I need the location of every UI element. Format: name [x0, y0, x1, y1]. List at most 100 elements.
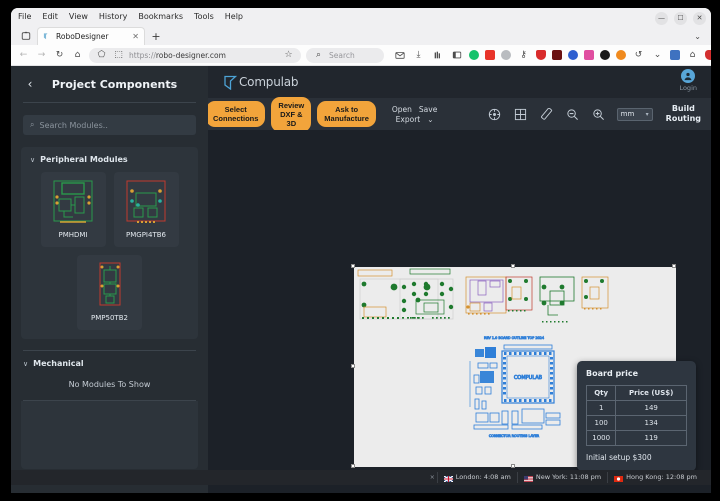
tab-strip: RoboDesigner ✕ + ⌄	[11, 25, 711, 45]
module-card-pmhdmi[interactable]: PMHDMI	[40, 172, 106, 247]
home-extension-icon[interactable]: ⌂	[686, 49, 699, 62]
build-routing-button[interactable]: Build Routing	[666, 104, 701, 124]
peripheral-modules-header[interactable]: ∨ Peripheral Modules	[28, 155, 191, 164]
shield-icon[interactable]: ⬠	[95, 49, 108, 62]
address-bar[interactable]: ⬠ ⬚ https://robo-designer.com ☆	[89, 47, 301, 63]
login-button[interactable]: Login	[679, 69, 697, 92]
reload-icon[interactable]: ↻	[53, 49, 66, 62]
close-button[interactable]: ✕	[693, 12, 706, 25]
new-tab-button[interactable]: +	[148, 27, 164, 45]
hk-flag-icon	[614, 475, 624, 482]
search-bar[interactable]: ⌕ Search	[306, 47, 384, 63]
file-menu-group: Open Save Export ⌄	[392, 105, 437, 124]
search-icon: ⌕	[30, 120, 35, 129]
menu-tools[interactable]: Tools	[194, 12, 214, 21]
mechanical-section: ∨ Mechanical No Modules To Show	[21, 359, 198, 389]
uk-flag-icon	[443, 474, 454, 483]
save-menu-item[interactable]: Save	[419, 105, 437, 114]
pocket-icon[interactable]	[393, 49, 406, 62]
dark-red-extension-icon[interactable]	[552, 50, 562, 60]
search-modules-input[interactable]: ⌕ Search Modules..	[23, 115, 196, 135]
design-canvas[interactable]: COMPULAB CONNECTOR ROUTING LAYER REV 1.0…	[208, 130, 711, 475]
cell-qty: 1000	[585, 430, 617, 446]
orange-extension-icon[interactable]	[616, 50, 626, 60]
ruler-icon[interactable]	[539, 107, 554, 122]
clock-london[interactable]: London: 4:08 am	[436, 472, 517, 483]
compulab-logo-icon	[224, 75, 238, 90]
review-dxf-3d-button[interactable]: Review DXF & 3D	[271, 96, 312, 132]
pcb-thumbnail-tall	[99, 262, 120, 306]
mechanical-header[interactable]: ∨ Mechanical	[21, 359, 198, 368]
cell-price: 149	[615, 400, 687, 416]
svg-text:REV 1.0 BOARD OUTLINE TOP: REV 1.0 BOARD OUTLINE TOP 2024	[484, 336, 544, 340]
zoom-out-icon[interactable]	[565, 107, 580, 122]
black-extension-icon[interactable]	[600, 50, 610, 60]
gray-extension-icon[interactable]	[501, 50, 511, 60]
firefox-view-icon[interactable]	[17, 27, 34, 44]
selection-handle[interactable]	[672, 264, 676, 268]
key-extension-icon[interactable]: ⚷	[517, 49, 530, 62]
back-icon[interactable]: ←	[17, 49, 30, 62]
module-card-pmp50tb2[interactable]: PMP50TB2	[77, 255, 142, 330]
target-icon[interactable]	[487, 107, 502, 122]
selection-handle[interactable]	[351, 264, 355, 268]
sidebar-divider	[23, 102, 196, 103]
grammar-extension-icon[interactable]	[469, 50, 479, 60]
ask-to-manufacture-button[interactable]: Ask to Manufacture	[317, 101, 376, 127]
downloads-icon[interactable]: ⤓	[412, 49, 425, 62]
project-components-sidebar: ‹ Project Components ⌕ Search Modules.. …	[11, 66, 208, 493]
list-all-tabs-icon[interactable]: ⌄	[694, 32, 701, 41]
heart-extension-icon[interactable]	[705, 50, 711, 60]
menu-bookmarks[interactable]: Bookmarks	[138, 12, 183, 21]
selection-handle[interactable]	[351, 364, 355, 368]
maximize-button[interactable]: ☐	[674, 12, 687, 25]
sidebar-icon[interactable]	[450, 49, 463, 62]
selection-handle[interactable]	[351, 464, 355, 468]
zoom-in-icon[interactable]	[591, 107, 606, 122]
browser-window: File Edit View History Bookmarks Tools H…	[11, 8, 711, 493]
export-menu-item[interactable]: Export	[396, 115, 421, 124]
menu-edit[interactable]: Edit	[42, 12, 58, 21]
shield-extension-icon[interactable]	[536, 50, 546, 60]
library-icon[interactable]	[431, 49, 444, 62]
forward-icon[interactable]: →	[35, 49, 48, 62]
bookmark-star-icon[interactable]: ☆	[282, 49, 295, 62]
menu-view[interactable]: View	[69, 12, 88, 21]
toolbar-action-buttons: Select Connections Review DXF & 3D Ask t…	[206, 96, 376, 132]
module-card-pmgpi4tb6[interactable]: PMGPI4TB6	[113, 172, 179, 247]
minimize-button[interactable]: —	[655, 12, 668, 25]
history-dropdown-icon[interactable]: ⌄	[651, 49, 664, 62]
brand-logo: Compulab	[224, 75, 299, 90]
search-icon: ⌕	[315, 50, 322, 60]
open-menu-item[interactable]: Open	[392, 105, 412, 114]
selection-handle[interactable]	[511, 264, 515, 268]
table-row: 1000 119	[585, 430, 687, 446]
chevron-down-icon[interactable]: ⌄	[427, 115, 433, 124]
pin-icon[interactable]: ×	[430, 474, 435, 481]
page-title: Project Components	[51, 77, 178, 91]
selection-handle[interactable]	[511, 464, 515, 468]
history-icon[interactable]: ↺	[632, 49, 645, 62]
sidebar-divider	[23, 350, 196, 351]
menu-file[interactable]: File	[18, 12, 31, 21]
home-icon[interactable]: ⌂	[71, 49, 84, 62]
tab-close-icon[interactable]: ✕	[132, 32, 139, 41]
pink-extension-icon[interactable]	[584, 50, 594, 60]
table-row: 1 149	[585, 400, 687, 416]
clock-new-york[interactable]: New York: 11:08 pm	[516, 472, 607, 483]
initial-setup-text: Initial setup $300	[586, 453, 652, 462]
toolbar-tools: mm ▾ Build Routing	[487, 104, 701, 124]
menu-help[interactable]: Help	[225, 12, 243, 21]
clock-hong-kong[interactable]: Hong Kong: 12:08 pm	[607, 472, 703, 483]
extensions-row: ⤓ ⚷ ↺ ⌄ ⌂	[393, 49, 711, 62]
module-name: PMP50TB2	[91, 314, 128, 322]
grid-icon[interactable]	[513, 107, 528, 122]
red-extension-icon[interactable]	[485, 50, 495, 60]
select-connections-button[interactable]: Select Connections	[206, 101, 266, 127]
blue-extension-icon[interactable]	[568, 50, 578, 60]
column-header-price: Price (US$)	[615, 385, 687, 401]
picture-extension-icon[interactable]	[670, 50, 680, 60]
unit-select[interactable]: mm ▾	[616, 107, 653, 121]
tab-robodesigner[interactable]: RoboDesigner ✕	[37, 27, 145, 45]
menu-history[interactable]: History	[99, 12, 127, 21]
